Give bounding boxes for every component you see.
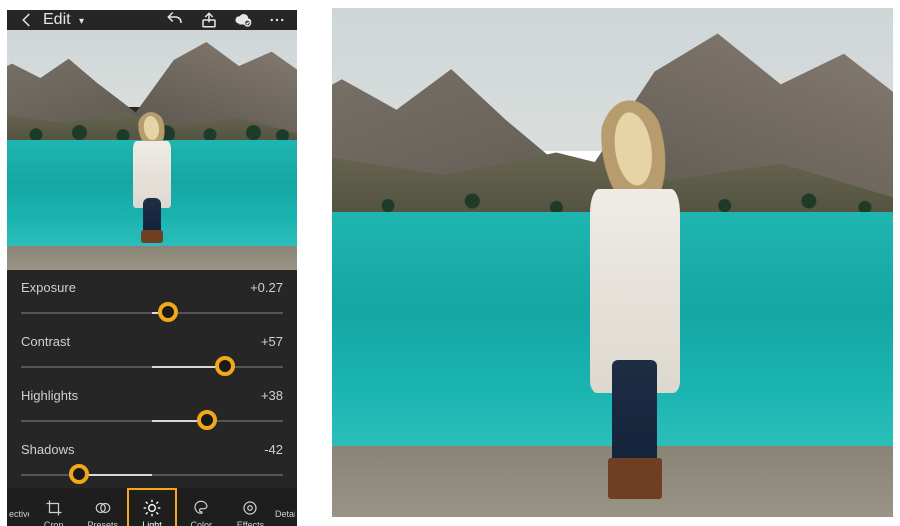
slider-value: +0.27 — [250, 280, 283, 295]
back-icon[interactable] — [17, 10, 37, 30]
slider-thumb[interactable] — [158, 302, 178, 322]
photo-preview[interactable] — [7, 30, 297, 270]
slider-thumb[interactable] — [215, 356, 235, 376]
more-icon[interactable] — [267, 10, 287, 30]
color-icon — [191, 498, 211, 518]
tool-label: Light — [142, 520, 162, 526]
tool-label: Color — [190, 520, 212, 526]
cloud-sync-icon[interactable] — [233, 10, 253, 30]
bottom-toolbar: ective Crop Presets Light Color Effects — [7, 488, 297, 526]
undo-icon[interactable] — [165, 10, 185, 30]
exposure-slider[interactable]: Exposure +0.27 — [21, 280, 283, 326]
crop-icon — [44, 498, 64, 518]
tool-color[interactable]: Color — [177, 488, 226, 526]
mode-label: Edit — [43, 11, 71, 28]
toolbar-edge-right[interactable]: Detai — [275, 509, 295, 519]
slider-label: Highlights — [21, 388, 78, 403]
slider-label: Contrast — [21, 334, 70, 349]
slider-thumb[interactable] — [197, 410, 217, 430]
tool-label: Effects — [237, 520, 264, 526]
presets-icon — [93, 498, 113, 518]
slider-label: Shadows — [21, 442, 74, 457]
slider-track[interactable] — [21, 420, 283, 422]
slider-track[interactable] — [21, 474, 283, 476]
slider-thumb[interactable] — [69, 464, 89, 484]
chevron-down-icon: ▾ — [79, 16, 84, 27]
slider-track[interactable] — [21, 366, 283, 368]
light-icon — [142, 498, 162, 518]
mode-dropdown[interactable]: Edit ▾ — [43, 11, 84, 29]
top-bar: Edit ▾ — [7, 10, 297, 30]
tool-label: Presets — [88, 520, 119, 526]
shadows-slider[interactable]: Shadows -42 — [21, 442, 283, 488]
tool-light[interactable]: Light — [127, 488, 176, 526]
tool-label: Crop — [44, 520, 64, 526]
tool-presets[interactable]: Presets — [78, 488, 127, 526]
effects-icon — [240, 498, 260, 518]
highlights-slider[interactable]: Highlights +38 — [21, 388, 283, 434]
lightroom-mobile-app: Edit ▾ — [7, 10, 297, 526]
slider-value: +38 — [261, 388, 283, 403]
tool-crop[interactable]: Crop — [29, 488, 78, 526]
preview-image — [7, 30, 297, 270]
light-sliders-panel: Exposure +0.27 Contrast +57 Highlights +… — [7, 270, 297, 488]
slider-label: Exposure — [21, 280, 76, 295]
reference-image — [332, 8, 893, 517]
slider-value: +57 — [261, 334, 283, 349]
toolbar-edge-left[interactable]: ective — [9, 509, 29, 519]
contrast-slider[interactable]: Contrast +57 — [21, 334, 283, 380]
tool-effects[interactable]: Effects — [226, 488, 275, 526]
slider-value: -42 — [264, 442, 283, 457]
slider-track[interactable] — [21, 312, 283, 314]
share-icon[interactable] — [199, 10, 219, 30]
